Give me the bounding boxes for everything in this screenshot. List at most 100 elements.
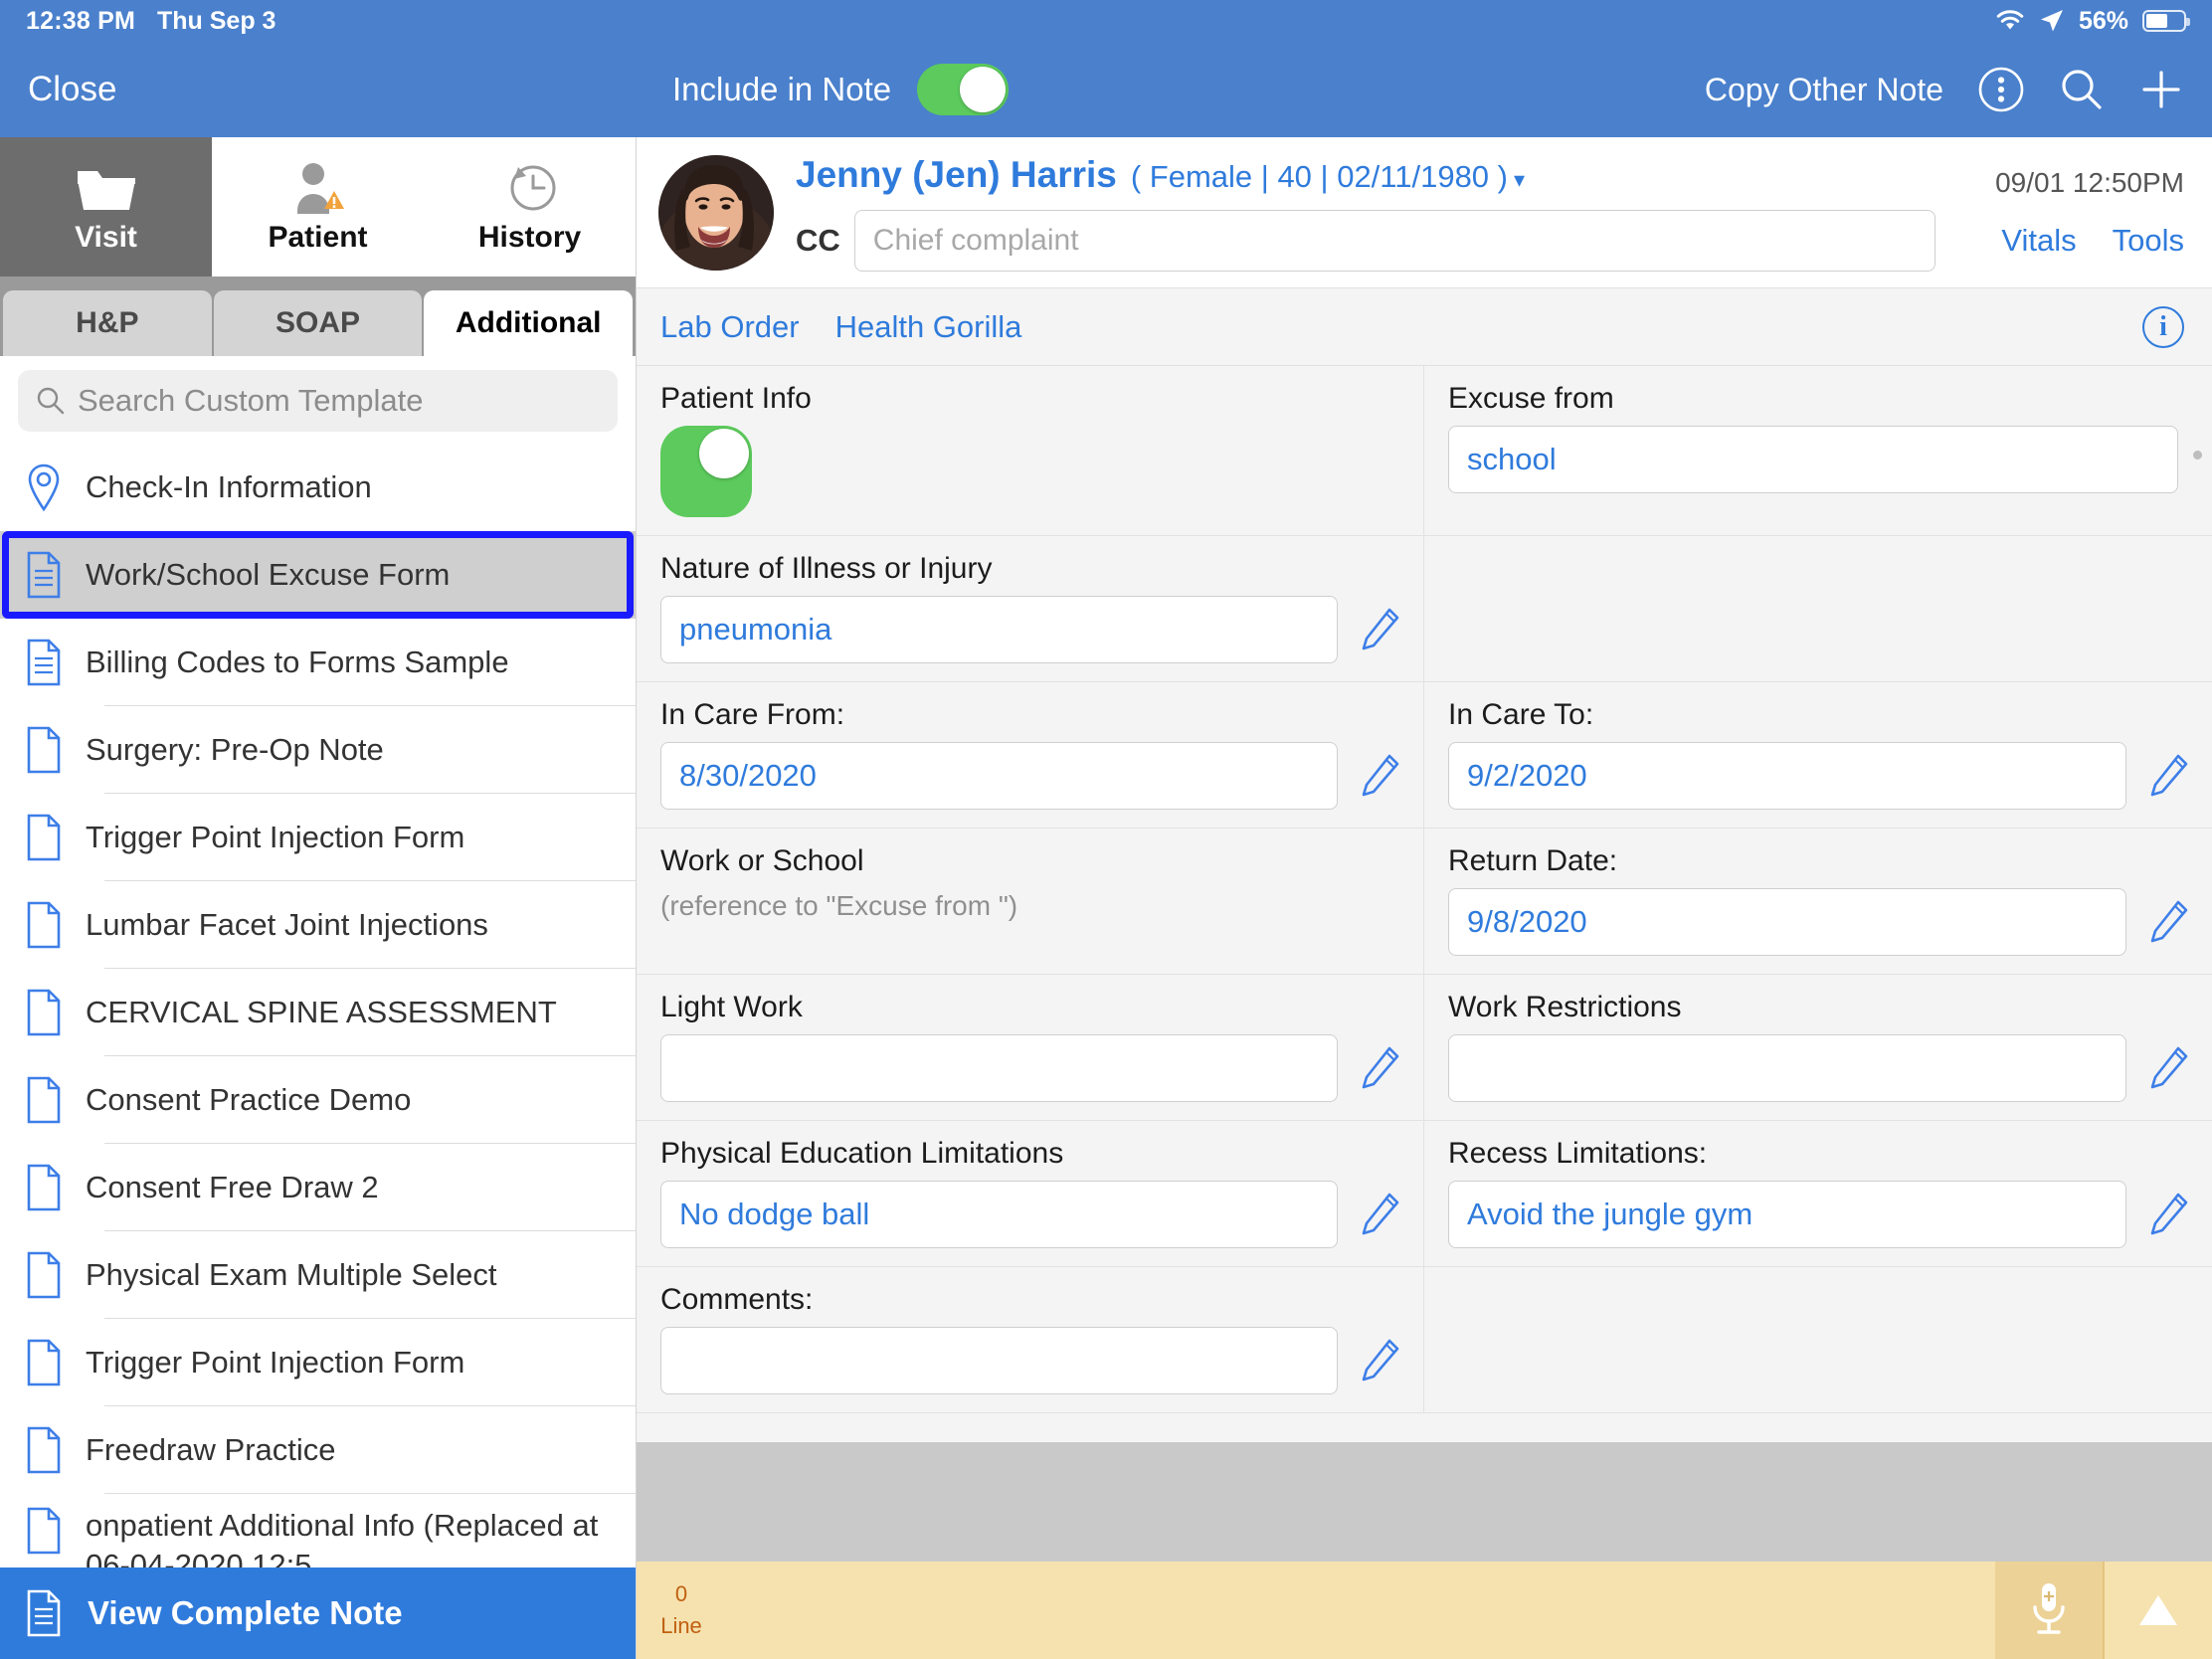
sidebar-tab-patient[interactable]: Patient <box>212 137 424 276</box>
status-right-group: 56% <box>1995 7 2190 36</box>
field-input-row <box>660 1034 1401 1102</box>
field-label: In Care To: <box>1448 698 1594 731</box>
topbar-actions: Copy Other Note <box>1705 66 2184 113</box>
form-row-limitations: Physical Education Limitations No dodge … <box>637 1121 2212 1267</box>
field-work-restrictions: Work Restrictions <box>1424 975 2212 1120</box>
list-item[interactable]: CERVICAL SPINE ASSESSMENT <box>0 969 636 1056</box>
search-icon <box>36 386 66 416</box>
location-arrow-icon <box>2039 8 2065 34</box>
comments-input[interactable] <box>660 1327 1338 1394</box>
list-item[interactable]: Trigger Point Injection Form <box>0 794 636 881</box>
pencil-icon[interactable] <box>2146 1189 2190 1240</box>
sidebar-tab-visit-label: Visit <box>75 221 137 254</box>
work-restrictions-input[interactable] <box>1448 1034 2126 1102</box>
topbar-right-region: Include in Note Copy Other Note <box>637 42 2212 137</box>
chief-complaint-input[interactable]: Chief complaint <box>853 209 1936 272</box>
field-reference-note: (reference to "Excuse from ") <box>660 890 1018 921</box>
vitals-link[interactable]: Vitals <box>2001 223 2076 259</box>
subtab-soap[interactable]: SOAP <box>213 290 423 356</box>
list-item[interactable]: Consent Free Draw 2 <box>0 1144 636 1231</box>
patient-name-row: Jenny (Jen) Harris ( Female | 40 | 02/11… <box>796 154 1936 196</box>
close-button[interactable]: Close <box>28 70 116 109</box>
pencil-icon[interactable] <box>2146 750 2190 802</box>
field-empty <box>1424 536 2212 681</box>
list-item-label: Physical Exam Multiple Select <box>86 1257 497 1292</box>
field-label: Return Date: <box>1448 844 1618 877</box>
field-excuse-from: Excuse from school <box>1424 366 2212 535</box>
body-region: Visit Patient History H&P SOAP Additiona… <box>0 137 2212 1659</box>
sidebar-tab-history[interactable]: History <box>424 137 636 276</box>
tools-link[interactable]: Tools <box>2113 223 2184 259</box>
list-item[interactable]: Billing Codes to Forms Sample <box>0 619 636 706</box>
microphone-button[interactable] <box>1995 1562 2103 1659</box>
person-warning-icon <box>286 159 350 215</box>
info-circle-icon[interactable]: i <box>2142 305 2184 348</box>
sidebar-main-tabs: Visit Patient History <box>0 137 636 276</box>
top-navigation-bar: Close Include in Note Copy Other Note <box>0 42 2212 137</box>
more-vertical-circle-icon[interactable] <box>1977 66 2025 113</box>
sidebar-tab-patient-label: Patient <box>268 221 368 254</box>
list-item-label: Consent Practice Demo <box>86 1082 412 1117</box>
copy-other-note-button[interactable]: Copy Other Note <box>1705 72 1943 108</box>
nature-of-illness-input[interactable]: pneumonia <box>660 596 1338 663</box>
chevron-down-icon[interactable]: ▾ <box>1514 167 1525 193</box>
in-care-from-input[interactable]: 8/30/2020 <box>660 742 1338 810</box>
list-item[interactable]: Freedraw Practice <box>0 1406 636 1494</box>
sidebar-tab-visit[interactable]: Visit <box>0 137 212 276</box>
list-item-label: CERVICAL SPINE ASSESSMENT <box>86 995 557 1029</box>
health-gorilla-link[interactable]: Health Gorilla <box>835 309 1022 345</box>
pe-limitations-input[interactable]: No dodge ball <box>660 1181 1338 1248</box>
list-item[interactable]: onpatient Additional Info (Replaced at 0… <box>0 1494 636 1567</box>
search-icon[interactable] <box>2059 67 2105 112</box>
pencil-icon[interactable] <box>2146 896 2190 948</box>
pencil-icon[interactable] <box>1358 750 1401 802</box>
view-complete-note-button[interactable]: View Complete Note <box>0 1567 636 1659</box>
in-care-to-input[interactable]: 9/2/2020 <box>1448 742 2126 810</box>
field-label: Patient Info <box>660 382 812 415</box>
search-custom-template-input[interactable]: Search Custom Template <box>18 370 618 432</box>
list-item[interactable]: Surgery: Pre-Op Note <box>0 706 636 794</box>
pencil-icon[interactable] <box>2146 1042 2190 1094</box>
list-item-selected[interactable]: Work/School Excuse Form <box>0 531 636 619</box>
list-item[interactable]: Physical Exam Multiple Select <box>0 1231 636 1319</box>
include-in-note-label: Include in Note <box>672 71 892 107</box>
collapse-dictation-button[interactable] <box>2105 1562 2212 1659</box>
list-item-label: Trigger Point Injection Form <box>86 820 465 854</box>
lab-order-link[interactable]: Lab Order <box>660 309 800 345</box>
list-item[interactable]: Consent Practice Demo <box>0 1056 636 1144</box>
recess-limitations-input[interactable]: Avoid the jungle gym <box>1448 1181 2126 1248</box>
list-item[interactable]: Lumbar Facet Joint Injections <box>0 881 636 969</box>
pencil-icon[interactable] <box>1358 1189 1401 1240</box>
include-in-note-toggle[interactable] <box>917 64 1010 115</box>
patient-name[interactable]: Jenny (Jen) Harris <box>796 154 1117 196</box>
topbar-left-region: Close <box>0 42 637 137</box>
patient-header: Jenny (Jen) Harris ( Female | 40 | 02/11… <box>637 137 2212 288</box>
field-return-date: Return Date: 9/8/2020 <box>1424 829 2212 974</box>
list-item[interactable]: Trigger Point Injection Form <box>0 1319 636 1406</box>
excuse-from-input[interactable]: school <box>1448 426 2178 493</box>
field-label: Recess Limitations: <box>1448 1137 1708 1170</box>
avatar[interactable] <box>658 154 774 271</box>
pencil-icon[interactable] <box>1358 1042 1401 1094</box>
light-work-input[interactable] <box>660 1034 1338 1102</box>
dictation-text-area[interactable] <box>726 1562 1995 1659</box>
field-in-care-to: In Care To: 9/2/2020 <box>1424 682 2212 828</box>
custom-template-list[interactable]: Check-In Information Work/School Excuse … <box>0 444 636 1567</box>
list-item[interactable]: Check-In Information <box>0 444 636 531</box>
plus-icon[interactable] <box>2138 67 2184 112</box>
lab-order-bar: Lab Order Health Gorilla i <box>637 288 2212 366</box>
subtab-additional[interactable]: Additional <box>424 290 634 356</box>
field-pe-limitations: Physical Education Limitations No dodge … <box>637 1121 1424 1266</box>
pencil-icon[interactable] <box>1358 1335 1401 1386</box>
visit-timestamp: 09/01 12:50PM <box>1995 166 2184 198</box>
triangle-up-icon <box>2135 1590 2181 1630</box>
form-row-patient-info: Patient Info Excuse from school <box>637 366 2212 536</box>
pencil-icon[interactable] <box>1358 604 1401 655</box>
subtab-hp[interactable]: H&P <box>3 290 212 356</box>
patient-info-toggle[interactable] <box>660 426 752 517</box>
page-icon <box>24 1250 64 1300</box>
field-label: Nature of Illness or Injury <box>660 552 993 585</box>
list-item-label: Trigger Point Injection Form <box>86 1345 465 1380</box>
return-date-input[interactable]: 9/8/2020 <box>1448 888 2126 956</box>
field-label: Excuse from <box>1448 382 1614 415</box>
